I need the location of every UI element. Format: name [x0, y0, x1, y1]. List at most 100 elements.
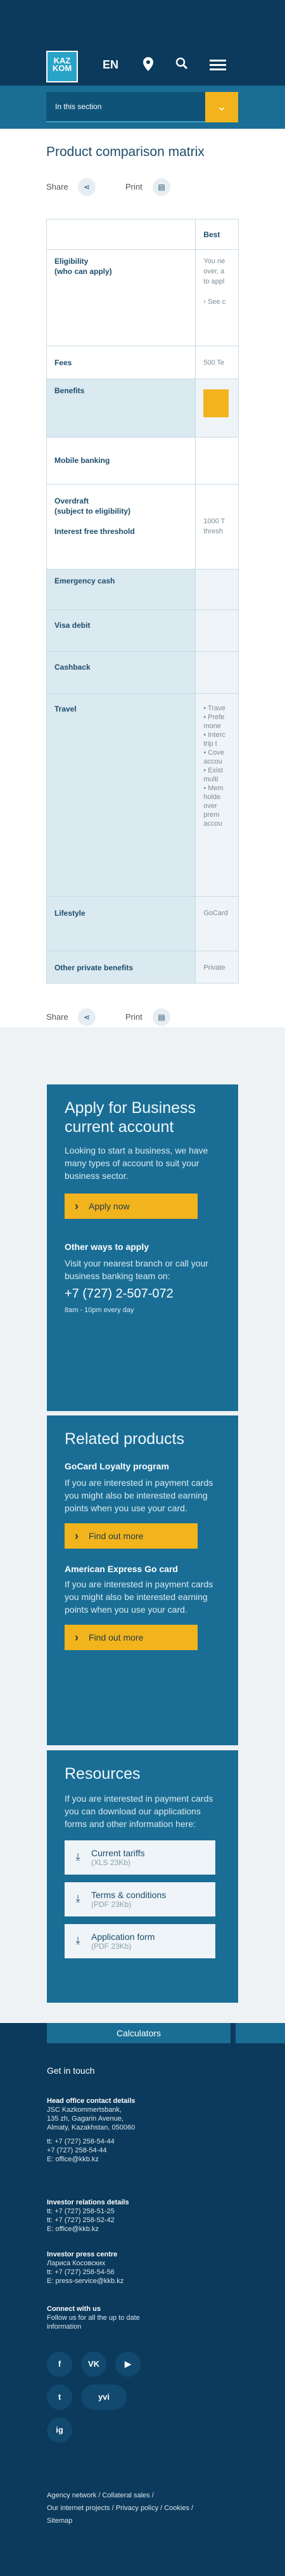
download-terms-conditions[interactable]: ⤓ Terms & conditions (PDF 23Kb) [65, 1882, 215, 1916]
footer-links-row-2[interactable]: Our internet projects / Privacy policy /… [47, 2504, 193, 2513]
phone-line[interactable]: tt: +7 (727) 258-51-25 [47, 2207, 129, 2216]
connect-text: Follow us for all the up to date informa… [47, 2314, 140, 2331]
connect-block: Connect with us Follow us for all the up… [47, 2305, 174, 2331]
opening-hours: 8am - 10pm every day [65, 1306, 134, 1314]
table-header-row: Best [47, 219, 238, 250]
related-item-title: GoCard Loyalty program [65, 1461, 169, 1471]
row-value [196, 652, 238, 693]
table-header-empty [47, 219, 196, 250]
other-ways-title: Other ways to apply [65, 1242, 149, 1252]
doc-size: (XLS 23Kb) [91, 1858, 131, 1867]
table-column-header: Best [203, 230, 220, 239]
related-products-card: Related products GoCard Loyalty program … [47, 1415, 238, 1745]
table-row: Overdraft (subject to eligibility) Inter… [47, 485, 238, 569]
head-office-block: Head office contact details JSC Kazkomme… [47, 2097, 135, 2164]
row-label: Travel [47, 694, 196, 896]
table-row: Eligibility (who can apply) You ne over,… [47, 250, 238, 346]
row-label: Fees [47, 346, 196, 379]
investor-title: Investor relations details [47, 2199, 129, 2206]
phone-line[interactable]: +7 (727) 258-54-44 [47, 2146, 135, 2155]
yvi-icon[interactable]: yvi [81, 2384, 127, 2410]
page-title: Product comparison matrix [46, 145, 205, 159]
comparison-table: Best Eligibility (who can apply) You ne … [46, 219, 239, 984]
apply-now-button[interactable]: Apply now [65, 1194, 198, 1219]
table-row: Cashback [47, 652, 238, 694]
get-in-touch-heading: Get in touch [47, 2065, 95, 2076]
table-row: Mobile banking [47, 438, 238, 485]
find-out-more-button[interactable]: Find out more [65, 1625, 198, 1650]
share-icon[interactable]: ⋖ [78, 1008, 96, 1026]
phone-line[interactable]: tt: +7 (727) 258-54-44 [47, 2137, 135, 2146]
youtube-icon[interactable]: ▶ [115, 2352, 141, 2377]
print-icon[interactable]: ▤ [153, 178, 170, 196]
row-value [196, 610, 238, 651]
row-value [196, 438, 238, 484]
download-current-tariffs[interactable]: ⤓ Current tariffs (XLS 23Kb) [65, 1840, 215, 1875]
download-application-form[interactable]: ⤓ Application form (PDF 23Kb) [65, 1924, 215, 1958]
vk-icon[interactable]: VK [81, 2352, 106, 2377]
footer-sitemap-link[interactable]: Sitemap [47, 2516, 72, 2525]
table-row: Benefits [47, 379, 238, 438]
location-pin-icon[interactable] [143, 57, 153, 75]
apply-text: Looking to start a business, we have man… [65, 1145, 208, 1181]
row-value: GoCard [196, 897, 238, 951]
resources-text: If you are interested in payment cards y… [65, 1793, 213, 1829]
section-dropdown[interactable]: In this section ⌄ [46, 92, 238, 122]
share-label: Share [46, 182, 68, 192]
row-label: Visa debit [47, 610, 196, 651]
facebook-icon[interactable]: f [47, 2352, 72, 2377]
phone-line[interactable]: tt: +7 (727) 258-54-56 [47, 2268, 124, 2277]
twitter-icon[interactable]: t [47, 2384, 72, 2410]
calculators-tab[interactable]: Calculators [47, 2023, 231, 2043]
top-header: KAZ KOM EN [0, 0, 285, 86]
resources-title: Resources [65, 1765, 141, 1783]
footer-links-row-1[interactable]: Agency network / Collateral sales / [47, 2491, 154, 2500]
phone-line[interactable]: tt: +7 (727) 258-52-42 [47, 2216, 129, 2225]
related-item-text: If you are interested in payment cards y… [65, 1579, 213, 1615]
row-label: Eligibility (who can apply) [47, 250, 196, 346]
print-label: Print [125, 182, 142, 192]
language-switcher[interactable]: EN [103, 58, 118, 72]
share-print-row-top: Share ⋖ Print ▤ [46, 178, 236, 198]
press-title: Investor press centre [47, 2251, 118, 2258]
download-icon: ⤓ [75, 1852, 80, 1863]
row-value[interactable]: You ne over, a to appl › See c [196, 250, 238, 346]
find-out-more-button[interactable]: Find out more [65, 1523, 198, 1549]
table-row: Fees 500 Te [47, 346, 238, 379]
share-icon[interactable]: ⋖ [78, 178, 96, 196]
download-icon: ⤓ [75, 1935, 80, 1946]
email-line[interactable]: E: office@kkb.kz [47, 2225, 129, 2234]
doc-name: Application form [91, 1932, 155, 1942]
connect-title: Connect with us [47, 2305, 101, 2313]
print-label: Print [125, 1012, 142, 1022]
doc-name: Terms & conditions [91, 1890, 167, 1900]
footer-tab-secondary[interactable] [236, 2023, 285, 2043]
chevron-down-icon[interactable]: ⌄ [205, 92, 238, 122]
menu-icon[interactable] [210, 57, 226, 73]
email-line[interactable]: E: press-service@kkb.kz [47, 2277, 124, 2286]
table-row: Emergency cash [47, 569, 238, 610]
site-footer: Calculators Get in touch Head office con… [0, 2023, 285, 2576]
row-label: Emergency cash [47, 569, 196, 609]
row-value: Private [196, 951, 238, 983]
benefits-button[interactable] [203, 389, 229, 417]
phone-number[interactable]: +7 (727) 2-507-072 [65, 1287, 220, 1300]
table-row: Other private benefits Private [47, 951, 238, 983]
print-icon[interactable]: ▤ [153, 1008, 170, 1026]
search-icon[interactable] [175, 57, 188, 74]
row-label: Lifestyle [47, 897, 196, 951]
instagram-icon[interactable]: ig [47, 2417, 72, 2443]
row-label: Overdraft (subject to eligibility) Inter… [47, 485, 196, 569]
email-line[interactable]: E: office@kkb.kz [47, 2155, 135, 2164]
share-label: Share [46, 1012, 68, 1022]
related-item-title: American Express Go card [65, 1564, 178, 1574]
table-row: Lifestyle GoCard [47, 897, 238, 951]
bank-logo[interactable]: KAZ KOM [46, 51, 78, 82]
address-line: JSC Kazkommertsbank, [47, 2106, 122, 2114]
address-line: Almaty, Kazakhstan, 050060 [47, 2124, 136, 2131]
head-office-title: Head office contact details [47, 2097, 136, 2105]
related-item-text: If you are interested in payment cards y… [65, 1478, 213, 1513]
row-value[interactable] [196, 379, 238, 437]
row-value: • Trave • Prefe mone • Interc trip t • C… [196, 694, 238, 896]
related-title: Related products [65, 1430, 185, 1448]
